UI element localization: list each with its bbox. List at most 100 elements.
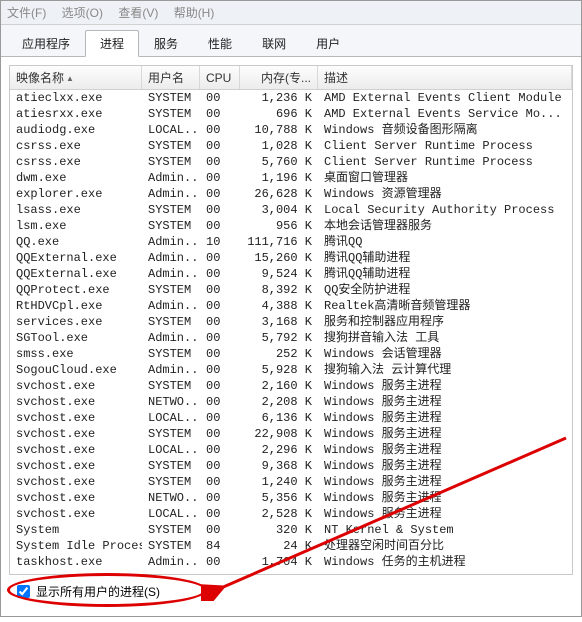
table-row[interactable]: SGTool.exeAdmin...005,792 K搜狗拼音输入法 工具 — [10, 330, 572, 346]
table-row[interactable]: SystemSYSTEM00320 KNT Kernel & System — [10, 522, 572, 538]
menu-help[interactable]: 帮助(H) — [174, 6, 215, 20]
cell-name: SGTool.exe — [10, 330, 142, 346]
cell-mem: 24 K — [240, 538, 318, 554]
cell-user: SYSTEM — [142, 282, 200, 298]
cell-desc: NT Kernel & System — [318, 522, 572, 538]
table-row[interactable]: lsass.exeSYSTEM003,004 KLocal Security A… — [10, 202, 572, 218]
cell-user: NETWO... — [142, 490, 200, 506]
table-row[interactable]: dwm.exeAdmin...001,196 K桌面窗口管理器 — [10, 170, 572, 186]
cell-name: lsm.exe — [10, 218, 142, 234]
table-row[interactable]: RtHDVCpl.exeAdmin...004,388 KRealtek高清晰音… — [10, 298, 572, 314]
cell-cpu: 00 — [200, 506, 240, 522]
cell-user: NETWO... — [142, 394, 200, 410]
table-row[interactable]: QQProtect.exeSYSTEM008,392 KQQ安全防护进程 — [10, 282, 572, 298]
cell-desc: Windows 任务的主机进程 — [318, 554, 572, 570]
cell-desc: 腾讯QQ — [318, 234, 572, 250]
cell-user: Admin... — [142, 266, 200, 282]
cell-desc: 处理器空闲时间百分比 — [318, 538, 572, 554]
col-header-desc[interactable]: 描述 — [318, 66, 572, 89]
table-header: 映像名称 用户名 CPU 内存(专... 描述 — [10, 66, 572, 90]
process-table: 映像名称 用户名 CPU 内存(专... 描述 atieclxx.exeSYST… — [9, 65, 573, 575]
cell-desc: Realtek高清晰音频管理器 — [318, 298, 572, 314]
cell-user: Admin... — [142, 170, 200, 186]
table-row[interactable]: lsm.exeSYSTEM00956 K本地会话管理器服务 — [10, 218, 572, 234]
table-row[interactable]: csrss.exeSYSTEM005,760 KClient Server Ru… — [10, 154, 572, 170]
cell-name: System Idle Process — [10, 538, 142, 554]
cell-cpu: 00 — [200, 442, 240, 458]
tab-services[interactable]: 服务 — [139, 30, 193, 57]
cell-desc: 腾讯QQ辅助进程 — [318, 250, 572, 266]
table-row[interactable]: explorer.exeAdmin...0026,628 KWindows 资源… — [10, 186, 572, 202]
cell-mem: 22,908 K — [240, 426, 318, 442]
tab-performance[interactable]: 性能 — [193, 30, 247, 57]
cell-cpu: 10 — [200, 234, 240, 250]
cell-name: System — [10, 522, 142, 538]
table-row[interactable]: QQExternal.exeAdmin...0015,260 K腾讯QQ辅助进程 — [10, 250, 572, 266]
cell-name: taskhost.exe — [10, 554, 142, 570]
cell-desc: Windows 服务主进程 — [318, 506, 572, 522]
cell-desc: 桌面窗口管理器 — [318, 170, 572, 186]
table-row[interactable]: svchost.exeLOCAL...002,296 KWindows 服务主进… — [10, 442, 572, 458]
cell-desc: Windows 资源管理器 — [318, 186, 572, 202]
table-row[interactable]: svchost.exeLOCAL...006,136 KWindows 服务主进… — [10, 410, 572, 426]
cell-name: RtHDVCpl.exe — [10, 298, 142, 314]
cell-cpu: 00 — [200, 458, 240, 474]
cell-mem: 26,628 K — [240, 186, 318, 202]
show-all-users-label: 显示所有用户的进程(S) — [36, 583, 160, 600]
tab-processes[interactable]: 进程 — [85, 30, 139, 57]
show-all-users-checkbox[interactable] — [17, 585, 30, 598]
table-row[interactable]: SogouCloud.exeAdmin...005,928 K搜狗输入法 云计算… — [10, 362, 572, 378]
tab-applications[interactable]: 应用程序 — [7, 30, 85, 57]
table-row[interactable]: QQExternal.exeAdmin...009,524 K腾讯QQ辅助进程 — [10, 266, 572, 282]
table-row[interactable]: smss.exeSYSTEM00252 KWindows 会话管理器 — [10, 346, 572, 362]
table-row[interactable]: svchost.exeSYSTEM0022,908 KWindows 服务主进程 — [10, 426, 572, 442]
cell-desc: Local Security Authority Process — [318, 202, 572, 218]
cell-name: QQExternal.exe — [10, 266, 142, 282]
col-header-name[interactable]: 映像名称 — [10, 66, 142, 89]
cell-name: csrss.exe — [10, 138, 142, 154]
table-row[interactable]: audiodg.exeLOCAL...0010,788 KWindows 音频设… — [10, 122, 572, 138]
cell-user: SYSTEM — [142, 346, 200, 362]
cell-name: explorer.exe — [10, 186, 142, 202]
col-header-mem[interactable]: 内存(专... — [240, 66, 318, 89]
menu-options[interactable]: 选项(O) — [62, 6, 103, 20]
cell-cpu: 00 — [200, 90, 240, 106]
cell-mem: 1,704 K — [240, 554, 318, 570]
table-row[interactable]: atieclxx.exeSYSTEM001,236 KAMD External … — [10, 90, 572, 106]
table-row[interactable]: svchost.exeSYSTEM001,240 KWindows 服务主进程 — [10, 474, 572, 490]
cell-desc: AMD External Events Client Module — [318, 90, 572, 106]
table-row[interactable]: svchost.exeSYSTEM009,368 KWindows 服务主进程 — [10, 458, 572, 474]
tab-networking[interactable]: 联网 — [247, 30, 301, 57]
cell-cpu: 00 — [200, 266, 240, 282]
cell-mem: 1,240 K — [240, 474, 318, 490]
cell-desc: 本地会话管理器服务 — [318, 218, 572, 234]
menu-view[interactable]: 查看(V) — [118, 6, 158, 20]
processes-panel: 映像名称 用户名 CPU 内存(专... 描述 atieclxx.exeSYST… — [1, 57, 581, 622]
cell-desc: 腾讯QQ辅助进程 — [318, 266, 572, 282]
cell-name: svchost.exe — [10, 378, 142, 394]
table-row[interactable]: System Idle ProcessSYSTEM8424 K处理器空闲时间百分… — [10, 538, 572, 554]
table-row[interactable]: QQ.exeAdmin...10111,716 K腾讯QQ — [10, 234, 572, 250]
cell-mem: 956 K — [240, 218, 318, 234]
cell-mem: 2,208 K — [240, 394, 318, 410]
col-header-user[interactable]: 用户名 — [142, 66, 200, 89]
cell-mem: 9,524 K — [240, 266, 318, 282]
cell-user: Admin... — [142, 362, 200, 378]
table-row[interactable]: svchost.exeNETWO...005,356 KWindows 服务主进… — [10, 490, 572, 506]
cell-user: SYSTEM — [142, 218, 200, 234]
table-row[interactable]: svchost.exeSYSTEM002,160 KWindows 服务主进程 — [10, 378, 572, 394]
table-row[interactable]: atiesrxx.exeSYSTEM00696 KAMD External Ev… — [10, 106, 572, 122]
menu-file[interactable]: 文件(F) — [7, 6, 46, 20]
col-header-cpu[interactable]: CPU — [200, 66, 240, 89]
cell-desc: Windows 服务主进程 — [318, 442, 572, 458]
table-row[interactable]: svchost.exeNETWO...002,208 KWindows 服务主进… — [10, 394, 572, 410]
cell-desc: Windows 服务主进程 — [318, 394, 572, 410]
table-row[interactable]: svchost.exeLOCAL...002,528 KWindows 服务主进… — [10, 506, 572, 522]
table-row[interactable]: taskhost.exeAdmin...001,704 KWindows 任务的… — [10, 554, 572, 570]
cell-user: Admin... — [142, 234, 200, 250]
table-row[interactable]: csrss.exeSYSTEM001,028 KClient Server Ru… — [10, 138, 572, 154]
tab-users[interactable]: 用户 — [301, 30, 355, 57]
table-row[interactable]: services.exeSYSTEM003,168 K服务和控制器应用程序 — [10, 314, 572, 330]
cell-cpu: 00 — [200, 170, 240, 186]
cell-mem: 15,260 K — [240, 250, 318, 266]
